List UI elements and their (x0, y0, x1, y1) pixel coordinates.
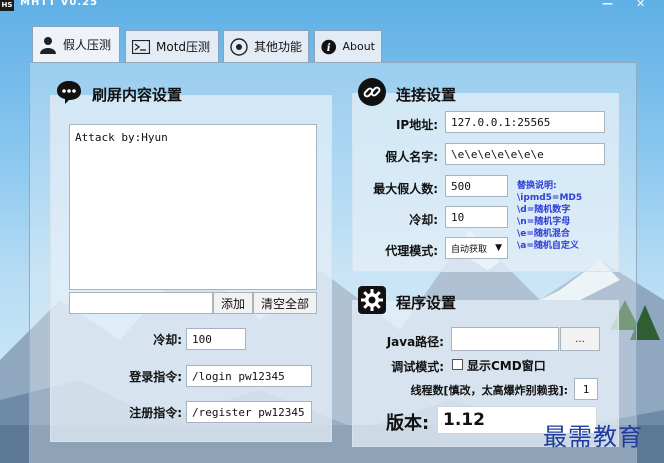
tools-icon (230, 37, 248, 56)
fake-name-input[interactable]: \e\e\e\e\e\e\e (445, 143, 605, 165)
version-label: 版本: (386, 413, 430, 434)
app-icon: HS (0, 0, 14, 11)
browse-button[interactable]: ... (560, 327, 600, 351)
tab-label: 假人压测 (63, 38, 112, 52)
tab-other[interactable]: 其他功能 (223, 30, 309, 62)
proxy-mode-select[interactable]: 自动获取 ▼ (445, 237, 508, 259)
tab-label: About (342, 40, 375, 53)
java-path-label: Java路径: (386, 335, 444, 349)
program-settings-title: 程序设置 (396, 294, 457, 312)
chevron-down-icon: ▼ (495, 243, 502, 253)
spam-content-list[interactable]: Attack by:Hyun (69, 124, 317, 290)
spam-cooldown-input[interactable]: 100 (186, 328, 246, 350)
window-title: MHTT V0.25 (20, 0, 99, 8)
person-icon (40, 36, 56, 54)
chat-bubble-icon (57, 81, 81, 104)
connection-cooldown-label: 冷却: (409, 213, 438, 227)
note-line: \ipmd5=MD5 (517, 193, 583, 203)
note-line: \d=随机数字 (517, 205, 571, 215)
proxy-mode-label: 代理模式: (385, 244, 438, 258)
register-command-label: 注册指令: (129, 406, 182, 420)
tab-label: 其他功能 (254, 40, 303, 54)
note-line: \a=随机自定义 (517, 241, 579, 251)
proxy-mode-value: 自动获取 (451, 244, 488, 255)
gear-icon (358, 286, 386, 314)
tab-motd[interactable]: Motd压测 (125, 30, 219, 62)
svg-text:i: i (327, 41, 331, 53)
spam-cooldown-label: 冷却: (153, 333, 182, 347)
login-command-input[interactable]: /login pw12345 (186, 365, 312, 387)
thread-count-label: 线程数[慎改，太高爆炸别赖我]: (410, 384, 568, 397)
tab-label: Motd压测 (156, 40, 211, 54)
login-command-label: 登录指令: (129, 370, 182, 384)
tab-about[interactable]: i About (314, 30, 382, 62)
minimize-button[interactable]: — (602, 0, 613, 10)
add-button[interactable]: 添加 (213, 292, 253, 314)
terminal-icon (132, 39, 150, 54)
debug-mode-label: 调试模式: (391, 360, 444, 374)
spam-input-field[interactable] (69, 292, 213, 314)
max-players-label: 最大假人数: (373, 182, 438, 196)
note-line: 替换说明: (517, 181, 557, 191)
java-path-input[interactable] (451, 327, 559, 351)
info-icon: i (321, 39, 337, 54)
thread-count-input[interactable]: 1 (574, 378, 598, 400)
show-cmd-checkbox[interactable] (452, 359, 463, 370)
clear-all-button[interactable]: 清空全部 (253, 292, 317, 314)
watermark-text: 最需教育 (543, 423, 643, 451)
max-players-input[interactable]: 500 (445, 175, 508, 197)
close-button[interactable]: ✕ (636, 0, 645, 10)
note-line: \e=随机混合 (517, 229, 570, 239)
link-icon (358, 78, 386, 106)
connection-settings-title: 连接设置 (396, 86, 457, 104)
title-bar: HS MHTT V0.25 — ✕ (0, 0, 664, 14)
fake-name-label: 假人名字: (385, 150, 438, 164)
register-command-input[interactable]: /register pw12345 (186, 401, 312, 423)
show-cmd-label: 显示CMD窗口 (467, 359, 546, 373)
ip-input[interactable]: 127.0.0.1:25565 (445, 111, 605, 133)
ip-label: IP地址: (395, 118, 438, 132)
note-line: \n=随机字母 (517, 217, 571, 227)
app-window: HS MHTT V0.25 — ✕ 假人压测 Motd压测 其他功能 i Abo… (0, 0, 664, 463)
replacement-notes: 替换说明: \ipmd5=MD5 \d=随机数字 \n=随机字母 \e=随机混合… (517, 180, 582, 252)
tab-fake-player[interactable]: 假人压测 (32, 26, 120, 62)
spam-settings-title: 刷屏内容设置 (92, 86, 183, 104)
connection-cooldown-input[interactable]: 10 (445, 206, 508, 228)
